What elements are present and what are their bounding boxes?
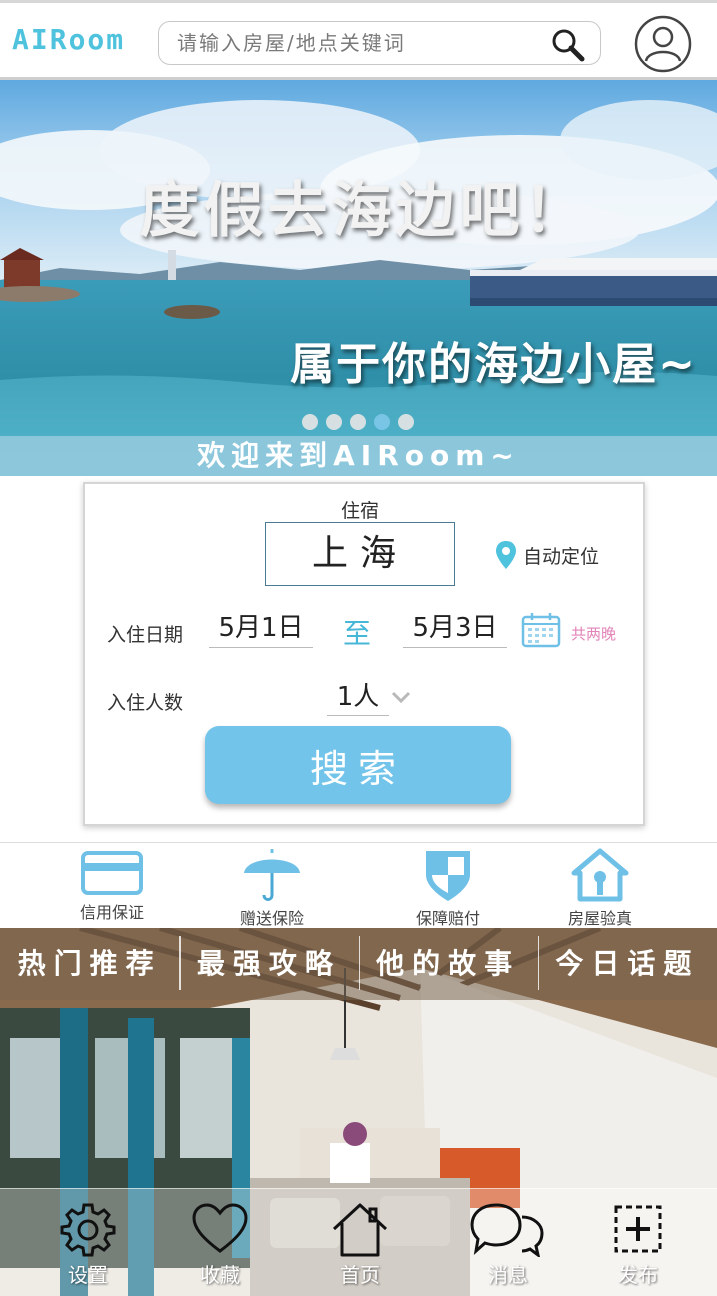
checkin-date-field[interactable]: 5月1日: [209, 610, 313, 648]
calendar-icon[interactable]: [521, 612, 561, 648]
welcome-text: 欢迎来到AIRoom~: [0, 436, 717, 476]
nav-favorites[interactable]: 收藏: [170, 1201, 270, 1288]
house-icon: [571, 848, 629, 902]
shield-icon: [426, 851, 470, 901]
features-row: 信用保证 赠送保险 保障赔付 房屋验真: [0, 842, 717, 928]
auto-locate-button[interactable]: 自动定位: [495, 540, 599, 570]
feature-verify[interactable]: 房屋验真: [540, 847, 660, 929]
nights-count: 共两晚: [571, 625, 617, 643]
booking-card: 住宿 上海 自动定位 入住日期 5月1日 至 5月3日 共两晚 入住人数 1人 …: [83, 482, 645, 826]
category-tabs: 热门推荐 最强攻略 他的故事 今日话题: [0, 928, 717, 1000]
carousel-dot-active[interactable]: [374, 414, 390, 430]
nav-publish[interactable]: 发布: [588, 1201, 688, 1288]
banner-title: 度假去海边吧！: [139, 176, 588, 246]
nav-label: 消息: [488, 1263, 528, 1287]
tab-guides[interactable]: 最强攻略: [179, 928, 358, 1000]
chat-icon: [470, 1203, 544, 1257]
app-logo[interactable]: AIRoom: [12, 23, 125, 56]
feature-label: 信用保证: [79, 903, 144, 922]
feature-insurance[interactable]: 赠送保险: [212, 847, 332, 929]
stay-label: 住宿: [340, 500, 379, 522]
tab-stories[interactable]: 他的故事: [358, 928, 538, 1000]
search-button[interactable]: 搜索: [205, 726, 511, 804]
banner-subtitle: 属于你的海边小屋~: [290, 339, 697, 390]
umbrella-icon: [244, 849, 300, 901]
carousel-dot[interactable]: [326, 414, 342, 430]
tab-hot[interactable]: 热门推荐: [0, 928, 179, 1000]
gear-icon: [60, 1203, 116, 1257]
search-bar[interactable]: [158, 21, 601, 65]
search-icon[interactable]: [550, 28, 586, 62]
search-input[interactable]: [177, 28, 537, 58]
nav-label: 首页: [340, 1263, 380, 1287]
feature-label: 房屋验真: [567, 909, 632, 928]
feature-label: 赠送保险: [239, 909, 304, 928]
top-header: AIRoom: [0, 0, 717, 80]
location-pin-icon: [496, 541, 516, 569]
user-avatar-icon[interactable]: [634, 15, 692, 73]
auto-locate-label: 自动定位: [523, 545, 600, 568]
chevron-down-icon[interactable]: [391, 690, 411, 704]
checkout-date-field[interactable]: 5月3日: [403, 610, 507, 648]
date-separator: 至: [343, 617, 372, 650]
feature-label: 保障赔付: [415, 909, 480, 928]
nav-label: 收藏: [200, 1263, 240, 1287]
nav-messages[interactable]: 消息: [458, 1201, 558, 1288]
home-icon: [332, 1203, 388, 1257]
bottom-nav: 设置 收藏 首页 消息 发布: [0, 1188, 717, 1296]
carousel-dots: [302, 414, 414, 430]
guests-label: 入住人数: [107, 692, 184, 714]
city-selector[interactable]: 上海: [265, 522, 455, 586]
nav-label: 设置: [68, 1263, 108, 1287]
guests-select[interactable]: 1人: [327, 680, 389, 716]
heart-icon: [192, 1203, 248, 1253]
credit-card-icon: [81, 851, 143, 895]
carousel-dot[interactable]: [350, 414, 366, 430]
tab-topics[interactable]: 今日话题: [537, 928, 717, 1000]
nav-home[interactable]: 首页: [310, 1201, 410, 1288]
nav-label: 发布: [618, 1263, 658, 1287]
nav-settings[interactable]: 设置: [38, 1201, 138, 1288]
carousel-dot[interactable]: [398, 414, 414, 430]
feature-credit[interactable]: 信用保证: [52, 847, 172, 923]
add-icon: [614, 1205, 662, 1253]
hero-banner[interactable]: 度假去海边吧！ 属于你的海边小屋~ 欢迎来到AIRoom~: [0, 80, 717, 476]
carousel-dot[interactable]: [302, 414, 318, 430]
checkin-label: 入住日期: [107, 624, 184, 646]
feature-guarantee[interactable]: 保障赔付: [388, 847, 508, 929]
